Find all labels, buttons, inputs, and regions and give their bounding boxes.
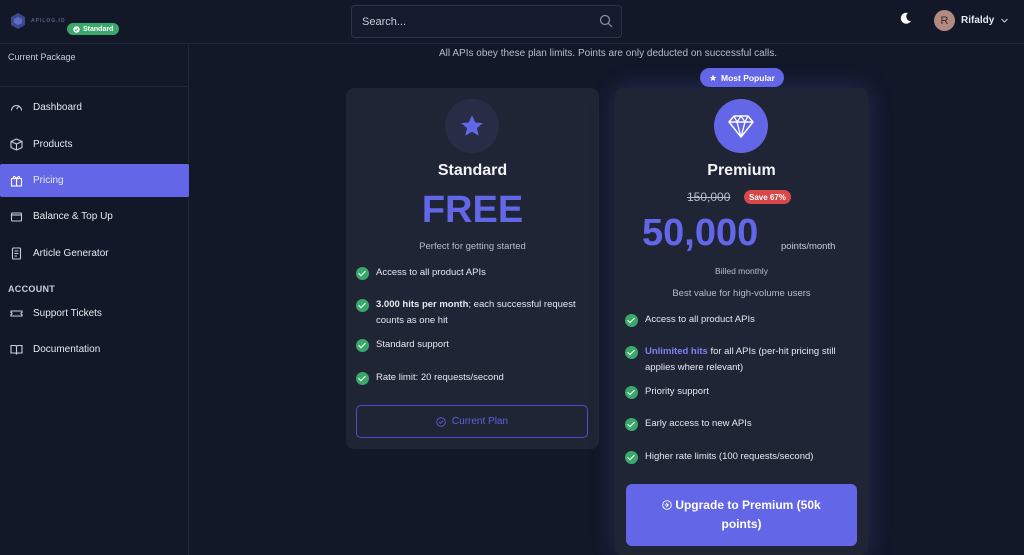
arrow-circle-icon [662,500,673,510]
check-circle-icon [356,267,369,280]
feature-item: Access to all product APIs [625,312,861,328]
check-circle-icon [625,418,638,431]
sidebar-item-article-generator[interactable]: Article Generator [0,237,189,270]
logo-text: APILOG.ID [31,18,66,24]
wallet-icon [10,212,23,222]
gauge-icon [10,105,23,111]
check-circle-icon [73,25,80,33]
feature-item: 3.000 hits per month; each successful re… [356,297,592,329]
star-icon [461,115,483,136]
check-circle-icon [625,386,638,399]
check-circle-icon [436,416,446,427]
plan-tagline: Best value for high-volume users [672,288,811,299]
avatar[interactable]: R [934,10,955,31]
feature-item: Higher rate limits (100 requests/second) [625,449,861,465]
user-name[interactable]: Rifaldy [961,15,994,26]
search-icon[interactable] [599,14,613,28]
standard-emblem [445,99,499,153]
plan-tagline: Perfect for getting started [419,241,526,252]
premium-emblem [714,99,768,153]
logo[interactable]: APILOG.ID [10,12,66,30]
sidebar-item-label: Support Tickets [33,308,102,319]
plan-price: FREE [421,189,524,231]
feature-item: Standard support [356,337,592,353]
sidebar-item-dashboard[interactable]: Dashboard [0,91,189,124]
feature-item: Unlimited hits for all APIs (per-hit pri… [625,344,861,376]
price-unit: points/month [781,241,836,252]
sidebar-item-documentation[interactable]: Documentation [0,333,189,366]
sidebar-item-pricing[interactable]: Pricing [0,164,189,197]
search-box[interactable] [351,5,622,38]
check-circle-icon [356,372,369,385]
logo-icon [11,13,25,29]
ticket-icon [10,310,23,317]
current-plan-button[interactable]: Current Plan [356,405,588,438]
plan-price: 50,000 [642,212,759,254]
top-bar: APILOG.ID R Rifaldy [0,0,1024,44]
sidebar-item-support-tickets[interactable]: Support Tickets [0,297,189,330]
check-circle-icon [356,339,369,352]
sidebar-item-label: Pricing [33,175,64,186]
star-icon [709,74,717,81]
billing-period: Billed monthly [715,266,768,276]
feature-item: Early access to new APIs [625,416,861,432]
sidebar-item-label: Documentation [33,344,101,355]
plan-notice: All APIs obey these plan limits. Points … [439,48,777,59]
feature-item: Rate limit: 20 requests/second [356,370,592,386]
package-badge: Standard [67,23,120,35]
original-price: 150,000 [687,190,731,204]
diamond-icon [728,114,754,138]
plan-name: Premium [707,162,776,179]
sidebar-item-label: Dashboard [33,102,82,113]
sidebar-item-label: Products [33,139,73,150]
section-account: ACCOUNT [8,284,56,294]
plan-name: Standard [437,162,508,179]
feature-item: Access to all product APIs [356,265,592,281]
box-icon [10,138,23,151]
check-circle-icon [625,346,638,359]
document-icon [11,247,22,260]
save-badge: Save 67% [744,190,791,204]
check-circle-icon [625,451,638,464]
sidebar-item-balance[interactable]: Balance & Top Up [0,200,189,233]
check-circle-icon [356,299,369,312]
check-circle-icon [625,314,638,327]
chevron-down-icon[interactable] [1000,16,1009,25]
sidebar-item-label: Article Generator [33,248,109,259]
current-package: Current Package [0,44,188,87]
search-input[interactable] [362,14,582,30]
feature-item: Priority support [625,384,861,400]
upgrade-button[interactable]: Upgrade to Premium (50k points) [626,484,857,546]
moon-icon[interactable] [899,11,913,25]
standard-plan-card: Standard FREE Perfect for getting starte… [346,88,599,449]
current-package-title: Current Package [8,52,76,62]
most-popular-badge: Most Popular [700,68,784,87]
gift-icon [10,176,23,187]
sidebar-item-label: Balance & Top Up [33,211,113,222]
sidebar-item-products[interactable]: Products [0,128,189,161]
book-icon [10,344,23,355]
user-menu[interactable]: R Rifaldy [934,10,1009,31]
package-badge-label: Standard [83,25,114,33]
